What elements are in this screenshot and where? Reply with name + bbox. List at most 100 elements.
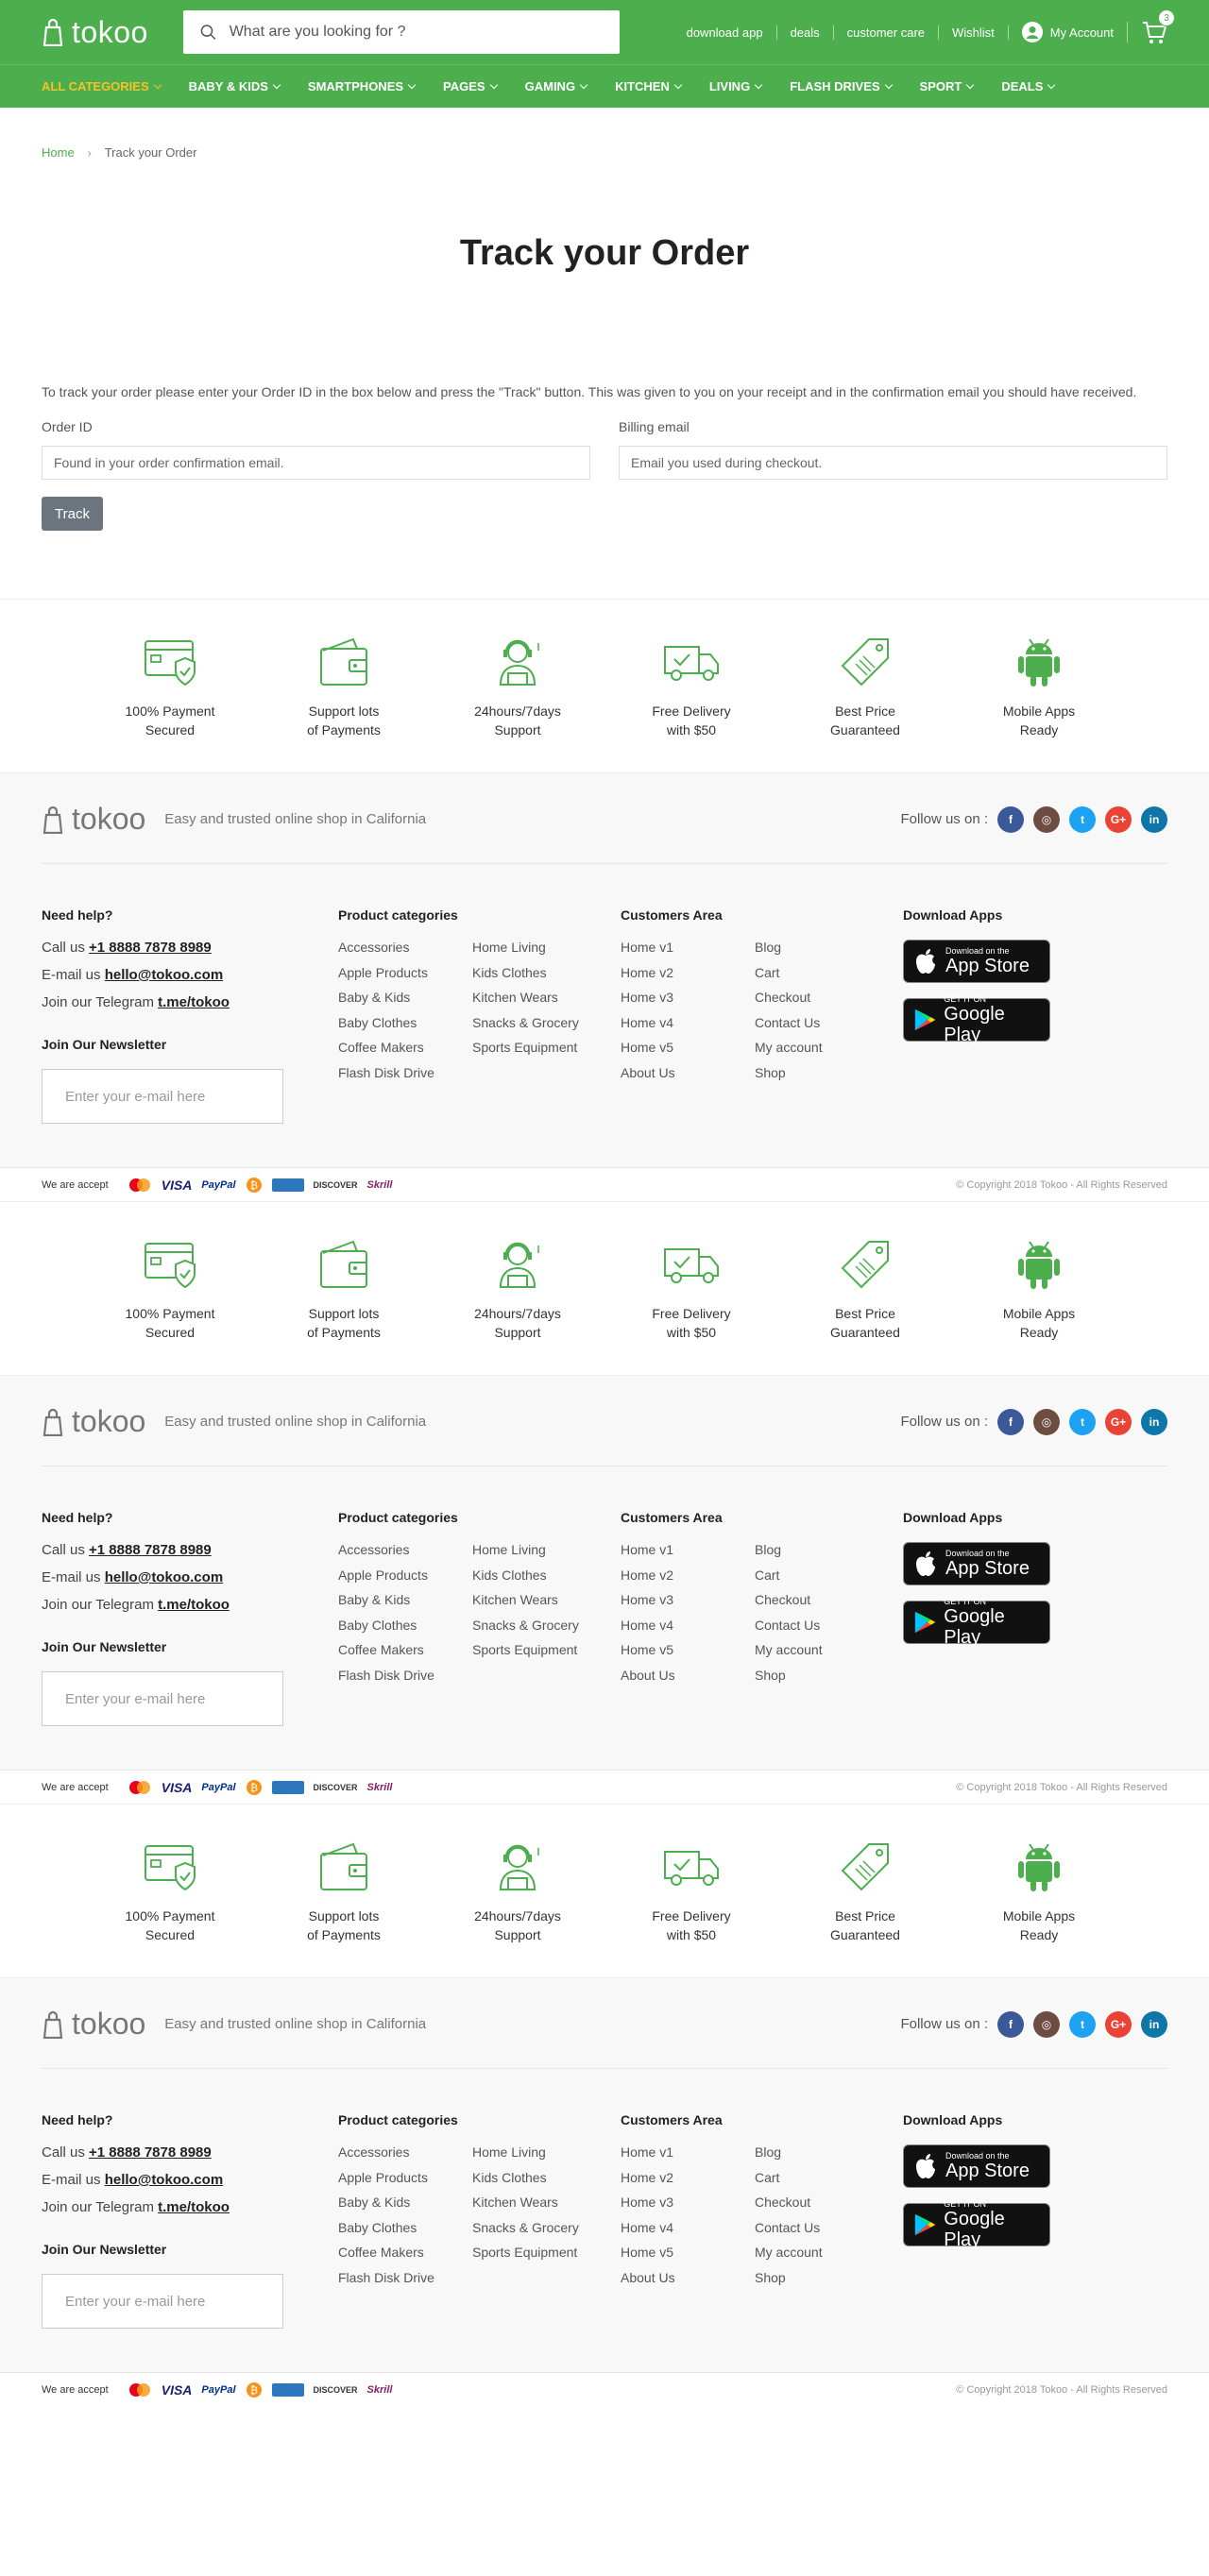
category-link[interactable]: Apple Products [338, 965, 472, 981]
category-link[interactable]: Kitchen Wears [472, 1592, 579, 1608]
nav-kitchen[interactable]: KITCHEN [615, 79, 683, 93]
customer-link[interactable]: Contact Us [755, 1015, 823, 1031]
category-link[interactable]: Baby & Kids [338, 2195, 472, 2211]
customer-link[interactable]: About Us [621, 1668, 755, 1684]
newsletter-email-field[interactable] [42, 1671, 283, 1726]
category-link[interactable]: Coffee Makers [338, 1040, 472, 1056]
app-store-button[interactable]: Download on the App Store [903, 2144, 1050, 2188]
category-link[interactable]: Sports Equipment [472, 1642, 579, 1658]
customer-link[interactable]: Contact Us [755, 2220, 823, 2236]
google-play-button[interactable]: GET IT ON Google Play [903, 994, 1050, 1045]
customer-link[interactable]: Home v5 [621, 1642, 755, 1658]
nav-pages[interactable]: PAGES [443, 79, 498, 93]
category-link[interactable]: Flash Disk Drive [338, 2270, 472, 2286]
facebook-icon[interactable]: f [997, 1408, 1024, 1435]
customer-link[interactable]: Home v2 [621, 1568, 755, 1584]
customer-link[interactable]: Home v4 [621, 1618, 755, 1634]
wishlist-link[interactable]: Wishlist [939, 25, 1009, 40]
category-link[interactable]: Accessories [338, 2144, 472, 2161]
newsletter-email-field[interactable] [42, 2274, 283, 2329]
category-link[interactable]: Snacks & Grocery [472, 1618, 579, 1634]
category-link[interactable]: Sports Equipment [472, 1040, 579, 1056]
search-input[interactable] [229, 24, 603, 41]
cart-button[interactable]: 3 [1141, 9, 1175, 45]
newsletter-email-field[interactable] [42, 1069, 283, 1124]
category-link[interactable]: Sports Equipment [472, 2245, 579, 2261]
linkedin-icon[interactable]: in [1141, 805, 1167, 833]
customer-link[interactable]: My account [755, 1040, 823, 1056]
category-link[interactable]: Baby Clothes [338, 2220, 472, 2236]
customer-link[interactable]: Home v1 [621, 940, 755, 956]
customer-link[interactable]: Cart [755, 2170, 823, 2186]
customer-link[interactable]: Blog [755, 1542, 823, 1558]
nav-flash-drives[interactable]: FLASH DRIVES [790, 79, 893, 93]
category-link[interactable]: Coffee Makers [338, 1642, 472, 1658]
customer-link[interactable]: Checkout [755, 1592, 823, 1608]
category-link[interactable]: Baby Clothes [338, 1015, 472, 1031]
nav-gaming[interactable]: GAMING [525, 79, 588, 93]
google-play-button[interactable]: GET IT ON Google Play [903, 2199, 1050, 2250]
deals-link[interactable]: deals [777, 25, 834, 40]
customer-link[interactable]: About Us [621, 1065, 755, 1081]
customer-link[interactable]: Home v3 [621, 2195, 755, 2211]
customer-link[interactable]: Shop [755, 1668, 823, 1684]
customer-link[interactable]: My account [755, 2245, 823, 2261]
customer-link[interactable]: Cart [755, 1568, 823, 1584]
customer-link[interactable]: Home v2 [621, 965, 755, 981]
category-link[interactable]: Apple Products [338, 2170, 472, 2186]
customer-link[interactable]: Shop [755, 1065, 823, 1081]
footer-logo[interactable]: tokoo [42, 2007, 145, 2042]
nav-smartphones[interactable]: SMARTPHONES [308, 79, 417, 93]
nav-all-categories[interactable]: ALL CATEGORIES [42, 79, 162, 93]
app-store-button[interactable]: Download on the App Store [903, 940, 1050, 983]
customer-link[interactable]: Home v2 [621, 2170, 755, 2186]
customer-link[interactable]: Shop [755, 2270, 823, 2286]
phone-link[interactable]: +1 8888 7878 8989 [89, 940, 212, 956]
category-link[interactable]: Baby & Kids [338, 1592, 472, 1608]
customer-link[interactable]: Home v3 [621, 1592, 755, 1608]
customer-link[interactable]: Home v1 [621, 2144, 755, 2161]
instagram-icon[interactable]: ◎ [1033, 2010, 1060, 2038]
customer-care-link[interactable]: customer care [834, 25, 940, 40]
category-link[interactable]: Accessories [338, 1542, 472, 1558]
email-link[interactable]: hello@tokoo.com [105, 1569, 223, 1585]
category-link[interactable]: Kids Clothes [472, 965, 579, 981]
footer-logo[interactable]: tokoo [42, 1404, 145, 1439]
linkedin-icon[interactable]: in [1141, 1408, 1167, 1435]
google-plus-icon[interactable]: G+ [1105, 1408, 1132, 1435]
phone-link[interactable]: +1 8888 7878 8989 [89, 2144, 212, 2161]
customer-link[interactable]: Home v1 [621, 1542, 755, 1558]
linkedin-icon[interactable]: in [1141, 2010, 1167, 2038]
category-link[interactable]: Kids Clothes [472, 1568, 579, 1584]
customer-link[interactable]: About Us [621, 2270, 755, 2286]
nav-sport[interactable]: SPORT [920, 79, 975, 93]
category-link[interactable]: Flash Disk Drive [338, 1065, 472, 1081]
site-logo[interactable]: tokoo [42, 15, 183, 50]
download-app-link[interactable]: download app [673, 25, 777, 40]
nav-living[interactable]: LIVING [709, 79, 763, 93]
customer-link[interactable]: Cart [755, 965, 823, 981]
category-link[interactable]: Coffee Makers [338, 2245, 472, 2261]
customer-link[interactable]: Blog [755, 2144, 823, 2161]
customer-link[interactable]: Contact Us [755, 1618, 823, 1634]
customer-link[interactable]: Home v5 [621, 1040, 755, 1056]
google-plus-icon[interactable]: G+ [1105, 2010, 1132, 2038]
customer-link[interactable]: Home v5 [621, 2245, 755, 2261]
category-link[interactable]: Baby Clothes [338, 1618, 472, 1634]
email-link[interactable]: hello@tokoo.com [105, 2172, 223, 2188]
customer-link[interactable]: Checkout [755, 2195, 823, 2211]
breadcrumb-home[interactable]: Home [42, 145, 75, 160]
email-link[interactable]: hello@tokoo.com [105, 967, 223, 983]
instagram-icon[interactable]: ◎ [1033, 805, 1060, 833]
category-link[interactable]: Snacks & Grocery [472, 2220, 579, 2236]
customer-link[interactable]: Home v4 [621, 1015, 755, 1031]
category-link[interactable]: Home Living [472, 2144, 579, 2161]
twitter-icon[interactable]: t [1069, 2010, 1096, 2038]
nav-deals[interactable]: DEALS [1001, 79, 1056, 93]
customer-link[interactable]: Checkout [755, 990, 823, 1006]
category-link[interactable]: Home Living [472, 940, 579, 956]
telegram-link[interactable]: t.me/tokoo [158, 994, 230, 1010]
customer-link[interactable]: Blog [755, 940, 823, 956]
google-play-button[interactable]: GET IT ON Google Play [903, 1597, 1050, 1648]
telegram-link[interactable]: t.me/tokoo [158, 2199, 230, 2215]
